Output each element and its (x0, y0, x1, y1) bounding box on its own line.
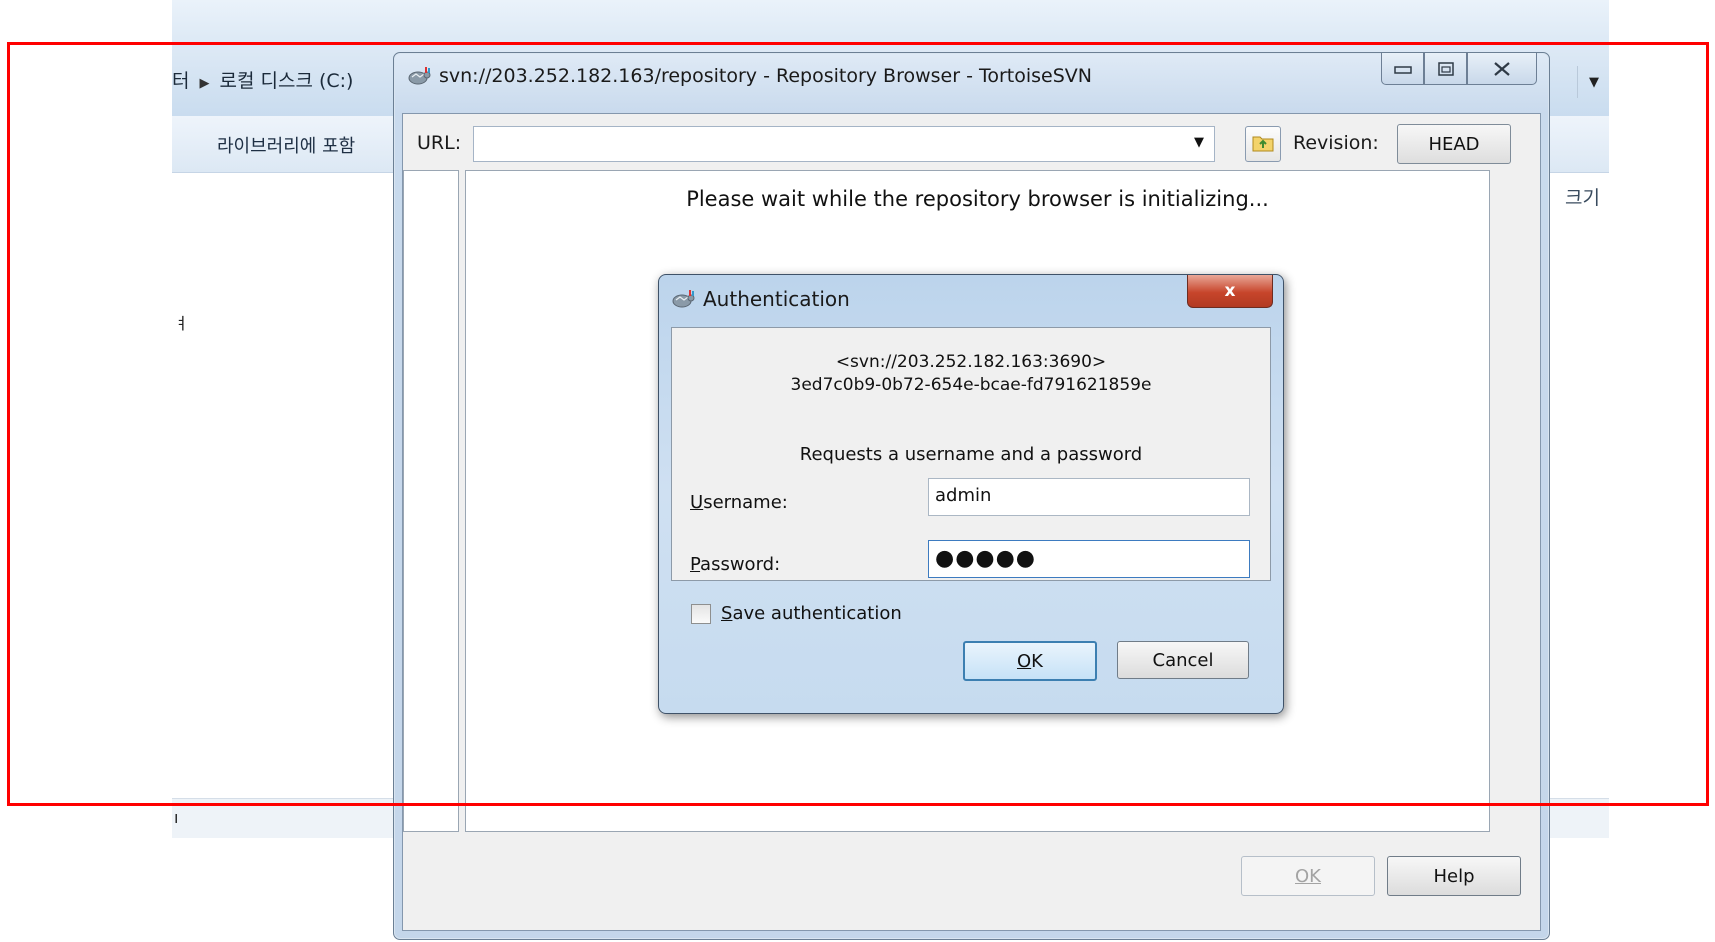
password-label-text: assword: (700, 554, 781, 575)
ok-mnemonic: O (1017, 650, 1032, 672)
repository-tree-pane[interactable] (403, 170, 459, 832)
save-auth-label-text: ave authentication (732, 603, 902, 624)
window-title: svn://203.252.182.163/repository - Repos… (439, 65, 1093, 87)
username-field[interactable]: admin (928, 478, 1250, 516)
save-authentication-option[interactable]: Save authentication (691, 603, 902, 624)
close-icon[interactable] (1467, 53, 1537, 85)
password-field[interactable]: ●●●●● (928, 540, 1250, 578)
realm-url: <svn://203.252.182.163:3690> (835, 352, 1107, 372)
auth-prompt: Requests a username and a password (799, 444, 1143, 465)
ok-label-text: K (1031, 650, 1043, 672)
breadcrumb-local-disk[interactable]: 로컬 디스크 (C:) (219, 70, 353, 92)
include-in-library-button[interactable]: 라이브러리에 포함 (217, 132, 355, 158)
auth-cancel-button[interactable]: Cancel (1117, 641, 1249, 679)
repo-browser-titlebar: svn://203.252.182.163/repository - Repos… (407, 62, 1092, 90)
explorer-titlebar (172, 0, 1609, 48)
browse-folder-button[interactable] (1245, 126, 1281, 162)
breadcrumb: 터 ▶ 로컬 디스크 (C:) (172, 66, 353, 93)
tortoisesvn-icon (407, 65, 431, 87)
column-header-size[interactable]: 크기 (1565, 183, 1600, 210)
username-mnemonic: U (690, 492, 704, 513)
auth-close-icon[interactable]: x (1187, 275, 1273, 308)
realm-uuid: 3ed7c0b9-0b72-654e-bcae-fd791621859e (790, 375, 1152, 395)
maximize-icon[interactable] (1424, 53, 1467, 85)
breadcrumb-computer[interactable]: 터 (172, 70, 189, 92)
password-label: Password: (690, 554, 780, 575)
auth-close-label: x (1224, 281, 1236, 301)
tortoisesvn-icon (671, 288, 695, 310)
revision-head-button[interactable]: HEAD (1397, 124, 1511, 164)
username-label: Username: (690, 492, 788, 513)
minimize-icon[interactable] (1381, 53, 1424, 85)
repo-ok-label: OK (1295, 865, 1321, 887)
url-combobox[interactable]: ▼ (473, 126, 1215, 162)
url-label: URL: (417, 132, 462, 154)
nav-pane-item-bottom: ı (174, 808, 179, 827)
password-mnemonic: P (690, 554, 701, 575)
window-controls (1381, 53, 1537, 85)
revision-label: Revision: (1293, 132, 1379, 154)
auth-titlebar: Authentication (671, 287, 850, 311)
breadcrumb-arrow-icon[interactable]: ▶ (199, 76, 209, 91)
address-dropdown-icon[interactable]: ▼ (1577, 66, 1610, 98)
auth-title: Authentication (703, 287, 850, 311)
username-label-text: sername: (703, 492, 788, 513)
auth-credentials-panel: <svn://203.252.182.163:3690> 3ed7c0b9-0b… (671, 327, 1271, 581)
help-button[interactable]: Help (1387, 856, 1521, 896)
repo-ok-button: OK (1241, 856, 1375, 896)
save-auth-mnemonic: S (721, 603, 733, 624)
nav-pane-item[interactable]: ㅕ (174, 310, 189, 334)
auth-ok-button[interactable]: OK (963, 641, 1097, 681)
initializing-message: Please wait while the repository browser… (686, 187, 1269, 211)
url-dropdown-icon[interactable]: ▼ (1194, 135, 1204, 150)
save-authentication-label: Save authentication (721, 603, 902, 624)
authentication-dialog: Authentication x <svn://203.252.182.163:… (658, 274, 1284, 714)
save-authentication-checkbox[interactable] (691, 603, 711, 624)
folder-up-icon (1251, 131, 1275, 157)
